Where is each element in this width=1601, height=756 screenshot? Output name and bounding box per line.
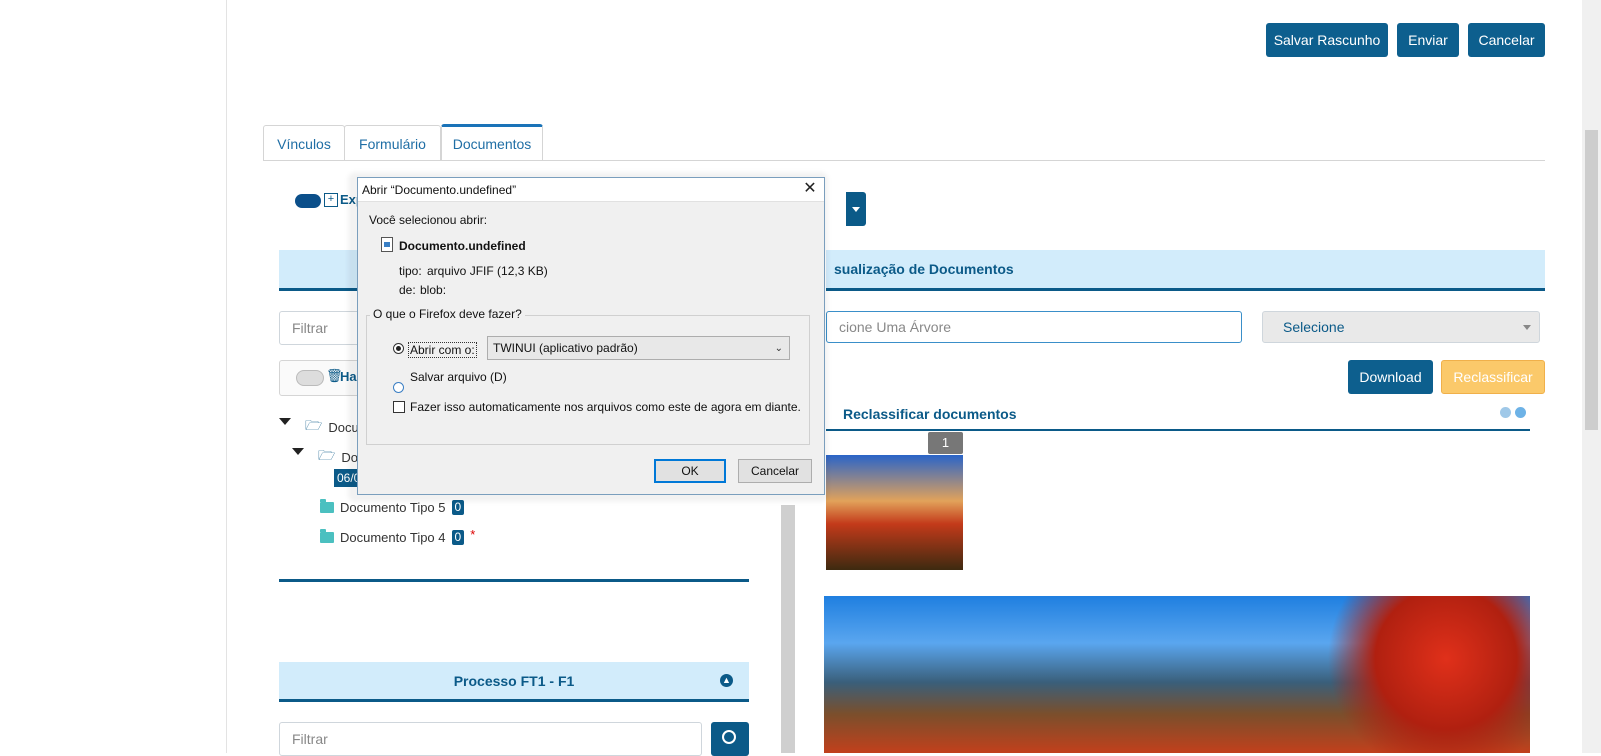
folder-icon <box>320 529 334 543</box>
open-with-radio[interactable] <box>393 343 404 354</box>
tree-select-input[interactable]: cione Uma Árvore <box>826 311 1242 343</box>
dialog-cancel-button[interactable]: Cancelar <box>738 459 812 483</box>
tab-vinculos[interactable]: Vínculos <box>263 125 345 161</box>
caret-down-icon[interactable] <box>279 418 291 425</box>
close-icon[interactable]: ✕ <box>802 181 818 197</box>
next-page-icon[interactable] <box>1515 407 1526 418</box>
dropdown-toggle-button[interactable] <box>846 192 866 226</box>
open-file-dialog: Abrir “Documento.undefined” ✕ Você selec… <box>357 177 825 495</box>
auto-label[interactable]: Fazer isso automaticamente nos arquivos … <box>410 400 801 414</box>
enable-toggle[interactable] <box>296 370 324 386</box>
folder-open-icon: 🗁 <box>318 447 336 463</box>
dialog-selected-text: Você selecionou abrir: <box>369 213 488 227</box>
reclassify-button[interactable]: Reclassificar <box>1441 360 1545 394</box>
tree-item-doc-type-4[interactable]: Documento Tipo 4 0 * <box>320 527 475 545</box>
search-icon <box>722 730 736 744</box>
dialog-from-label: de: <box>399 283 416 297</box>
tab-documentos[interactable]: Documentos <box>441 124 543 161</box>
tab-divider <box>263 160 1545 161</box>
chevron-up-icon[interactable]: ▲ <box>720 674 733 687</box>
folder-icon <box>320 499 334 513</box>
search-button[interactable] <box>711 722 749 756</box>
panel-splitter[interactable] <box>781 505 795 753</box>
tab-formulario[interactable]: Formulário <box>344 125 441 161</box>
right-panel-header: sualização de Documentos <box>826 250 1545 291</box>
save-file-radio[interactable] <box>393 382 404 393</box>
prev-page-icon[interactable] <box>1500 407 1511 418</box>
download-button[interactable]: Download <box>1348 360 1433 394</box>
chevron-down-icon: ⌄ <box>774 343 783 354</box>
expand-plus-icon: + <box>324 193 338 207</box>
page-scrollbar-thumb[interactable] <box>1585 130 1598 430</box>
app-select[interactable]: TWINUI (aplicativo padrão) ⌄ <box>487 336 790 360</box>
process-panel-header[interactable]: Processo FT1 - F1 <box>279 662 749 702</box>
send-button[interactable]: Enviar <box>1397 23 1459 57</box>
dialog-from-value: blob: <box>420 283 447 297</box>
dialog-type-value: arquivo JFIF (12,3 KB) <box>427 264 548 278</box>
reclassify-link[interactable]: Reclassificar documentos <box>843 406 1017 422</box>
caret-down-icon <box>852 207 860 212</box>
document-preview-foliage <box>1320 596 1530 753</box>
caret-down-icon[interactable] <box>292 448 304 455</box>
category-select[interactable]: Selecione <box>1262 311 1540 343</box>
left-panel-divider <box>279 579 749 582</box>
expand-toggle[interactable] <box>295 194 321 208</box>
auto-checkbox[interactable] <box>393 401 405 413</box>
ok-button[interactable]: OK <box>654 459 726 483</box>
chevron-down-icon <box>1523 325 1531 330</box>
document-thumbnail[interactable] <box>826 455 963 570</box>
open-with-label[interactable]: Abrir com o: <box>408 342 477 358</box>
reclassify-divider <box>826 429 1530 431</box>
file-icon <box>381 237 393 252</box>
save-draft-button[interactable]: Salvar Rascunho <box>1266 23 1388 57</box>
dialog-type-label: tipo: <box>399 264 422 278</box>
cancel-button[interactable]: Cancelar <box>1468 23 1545 57</box>
folder-open-icon: 🗁 <box>305 417 323 433</box>
left-gutter <box>0 0 227 753</box>
save-file-label[interactable]: Salvar arquivo (D) <box>410 370 507 384</box>
process-filter-input[interactable]: Filtrar <box>279 722 702 756</box>
dialog-filename: Documento.undefined <box>399 239 526 253</box>
thumbnail-number: 1 <box>928 432 963 454</box>
dialog-title-bar: Abrir “Documento.undefined” ✕ <box>358 178 824 202</box>
dialog-question: O que o Firefox deve fazer? <box>370 307 525 321</box>
tree-item-doc-type-5[interactable]: Documento Tipo 5 0 <box>320 499 465 515</box>
